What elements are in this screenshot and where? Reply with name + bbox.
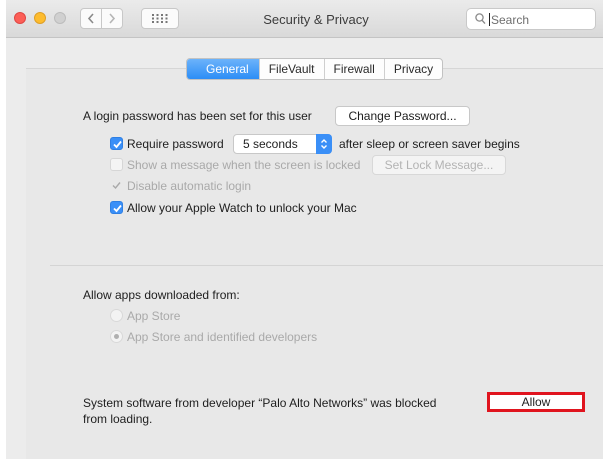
checkmark-icon <box>113 204 122 213</box>
show-message-label: Show a message when the screen is locked <box>127 158 361 172</box>
window-title: Security & Privacy <box>263 12 369 27</box>
apple-watch-checkbox[interactable] <box>110 201 123 214</box>
search-icon <box>475 13 486 25</box>
require-password-label: Require password <box>127 137 224 151</box>
disable-auto-login-label: Disable automatic login <box>127 179 252 193</box>
show-all-button[interactable] <box>141 8 179 29</box>
search-placeholder: Search <box>491 13 530 27</box>
apple-watch-label: Allow your Apple Watch to unlock your Ma… <box>127 201 357 215</box>
identified-developers-radio[interactable] <box>110 330 123 343</box>
title-bar: Security & Privacy Search <box>6 0 603 38</box>
identified-developers-label: App Store and identified developers <box>127 330 318 344</box>
checkmark-icon <box>112 182 121 190</box>
close-window-button[interactable] <box>14 12 26 24</box>
blocked-software-text-2: from loading. <box>83 412 153 426</box>
login-password-text: A login password has been set for this u… <box>83 109 312 123</box>
app-store-radio[interactable] <box>110 309 123 322</box>
search-field[interactable]: Search <box>466 8 596 30</box>
zoom-window-button[interactable] <box>54 12 66 24</box>
show-message-checkbox[interactable] <box>110 158 123 171</box>
set-lock-message-button[interactable]: Set Lock Message... <box>372 155 506 175</box>
tab-general[interactable]: General <box>187 59 259 79</box>
forward-button[interactable] <box>101 8 123 29</box>
updown-arrows-icon <box>316 134 332 154</box>
tab-filevault[interactable]: FileVault <box>258 59 324 79</box>
require-password-delay-select[interactable]: 5 seconds <box>233 134 332 154</box>
chevron-left-icon <box>87 13 94 24</box>
allow-apps-heading: Allow apps downloaded from: <box>83 288 240 302</box>
tab-bar: General FileVault Firewall Privacy <box>186 58 444 80</box>
security-privacy-window: Security & Privacy Search General FileVa… <box>6 0 603 459</box>
section-divider <box>50 265 603 266</box>
checkmark-icon <box>113 140 122 149</box>
tab-firewall[interactable]: Firewall <box>323 59 384 79</box>
chevron-right-icon <box>109 13 116 24</box>
allow-button[interactable]: Allow <box>487 392 585 412</box>
tab-privacy[interactable]: Privacy <box>383 59 442 79</box>
blocked-software-text: System software from developer “Palo Alt… <box>83 396 437 410</box>
require-password-checkbox[interactable] <box>110 137 123 150</box>
require-password-suffix: after sleep or screen saver begins <box>339 137 520 151</box>
require-delay-value: 5 seconds <box>243 137 298 151</box>
app-store-label: App Store <box>127 309 181 323</box>
minimize-window-button[interactable] <box>34 12 46 24</box>
grid-icon <box>152 14 168 23</box>
disable-auto-login-checkbox[interactable] <box>110 179 123 192</box>
back-button[interactable] <box>80 8 102 29</box>
change-password-button[interactable]: Change Password... <box>335 106 470 126</box>
